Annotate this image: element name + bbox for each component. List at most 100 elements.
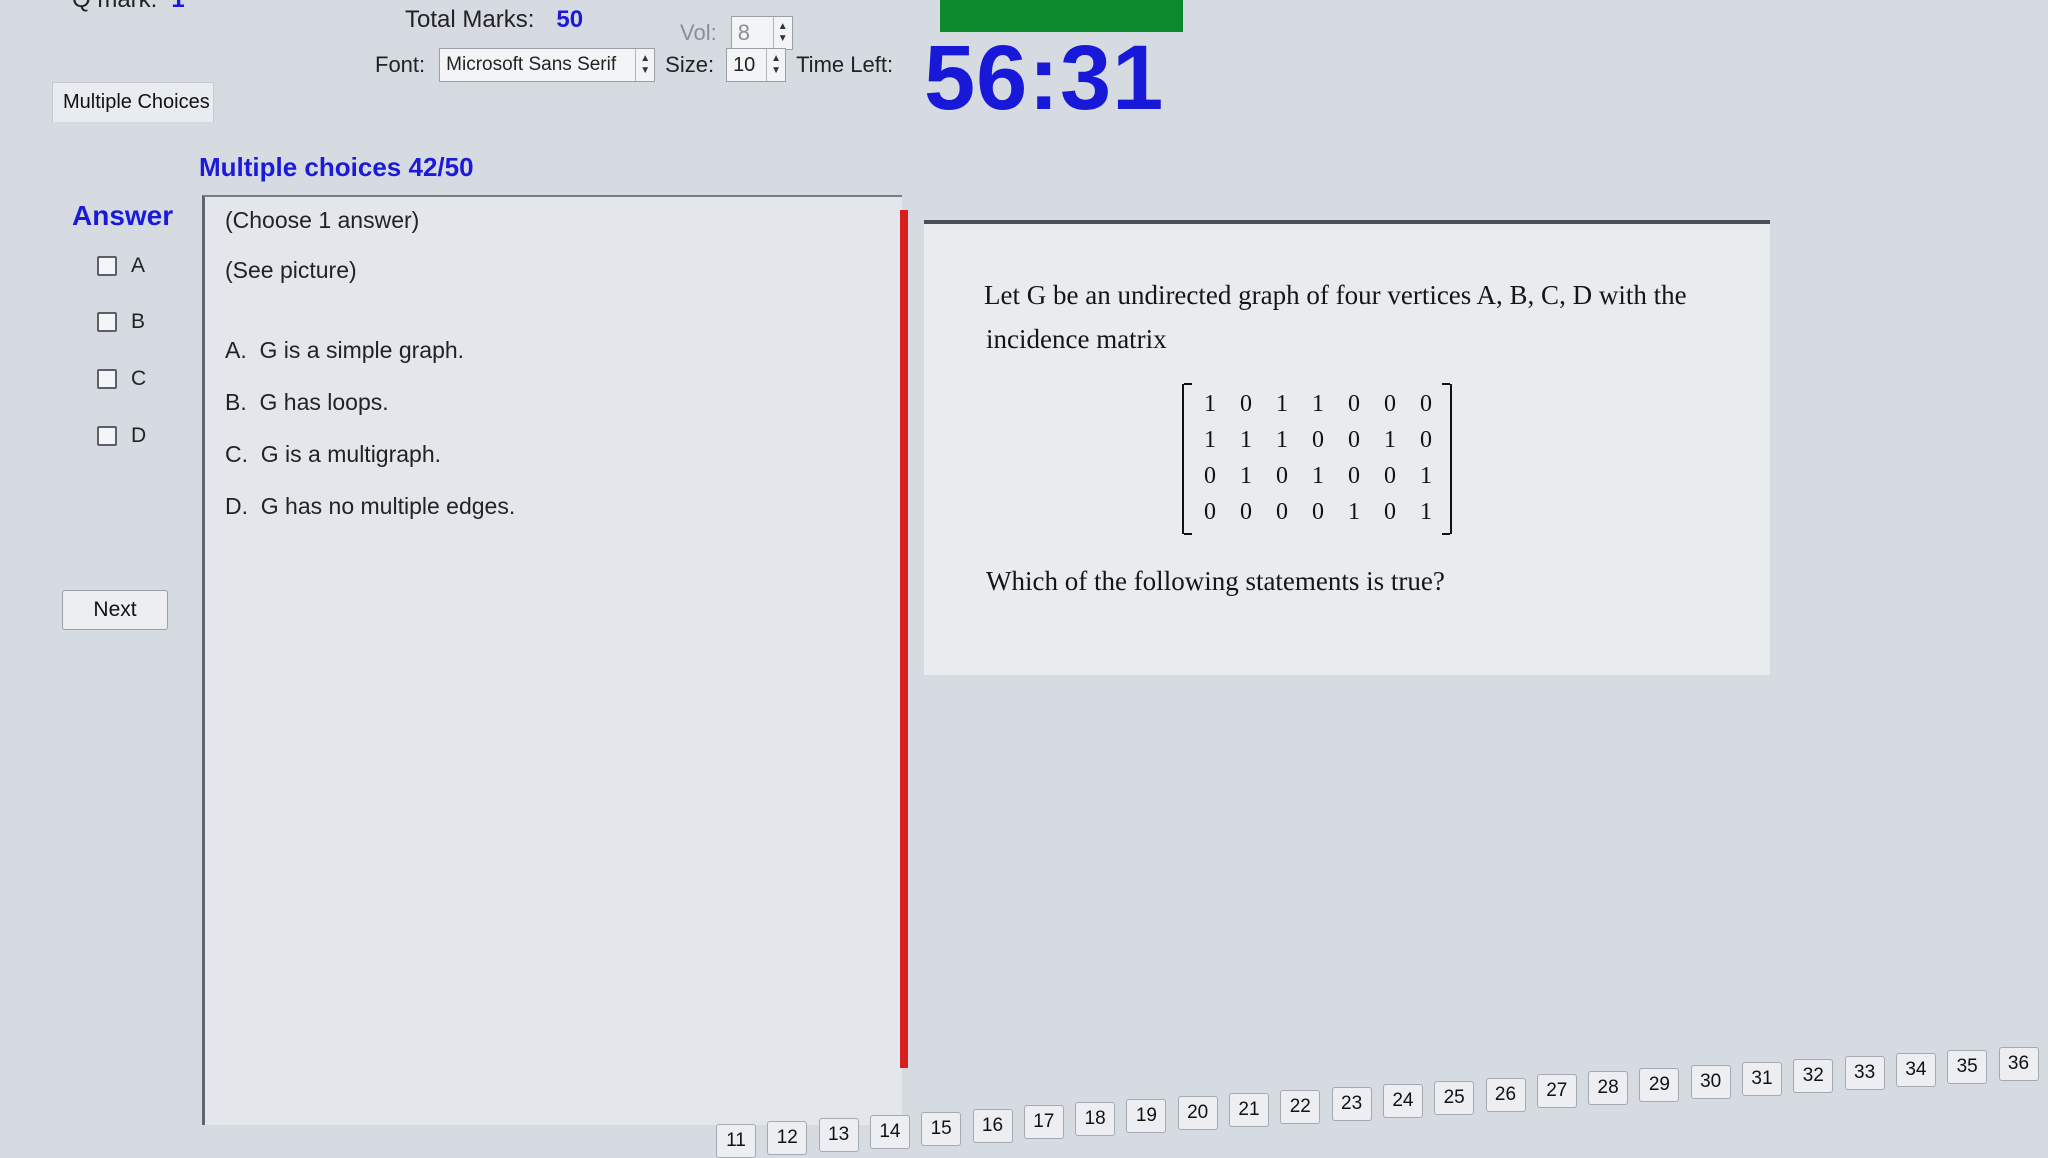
choice-a: A. G is a simple graph.	[225, 337, 464, 364]
answer-label: Answer	[72, 200, 174, 231]
question-nav-button[interactable]: 36	[1998, 1046, 2039, 1081]
question-panel: Let G be an undirected graph of four ver…	[924, 220, 1770, 675]
question-nav-button[interactable]: 12	[767, 1120, 808, 1155]
question-nav-button[interactable]: 18	[1075, 1102, 1116, 1137]
question-nav-button[interactable]: 25	[1434, 1080, 1475, 1115]
question-nav-button[interactable]: 23	[1331, 1086, 1372, 1121]
checkbox-c[interactable]	[97, 369, 117, 389]
question-nav-button[interactable]: 26	[1485, 1077, 1526, 1112]
question-prompt: Which of the following statements is tru…	[986, 566, 1445, 596]
choice-d: D. G has no multiple edges.	[225, 493, 515, 520]
question-nav-button[interactable]: 35	[1947, 1049, 1988, 1084]
choice-text: G is a simple graph.	[259, 337, 465, 363]
question-navigator: 11 12 13 14 15 16 17 18 19 20 21 22 23 24 25 26 27 28 29 30…	[650, 1020, 2048, 1158]
question-nav-button[interactable]: 17	[1023, 1105, 1064, 1140]
see-picture-text: (See picture)	[225, 257, 357, 283]
matrix-cell: 1	[1384, 426, 1396, 453]
stepper-arrows-icon[interactable]: ▲ ▼	[766, 49, 785, 81]
q-mark-label: Q mark:	[72, 0, 157, 13]
countdown-timer: 56:31	[924, 27, 1165, 129]
vol-label: Vol:	[680, 20, 717, 45]
choice-letter: A.	[225, 337, 247, 363]
question-nav-button[interactable]: 19	[1126, 1099, 1167, 1134]
matrix-cell: 1	[1204, 390, 1216, 417]
stepper-arrows-icon[interactable]: ▲ ▼	[772, 17, 792, 49]
answer-option-c[interactable]: C	[97, 367, 146, 391]
choice-text: G has no multiple edges.	[260, 493, 516, 519]
stepper-arrows-icon[interactable]: ▲ ▼	[635, 49, 654, 81]
size-stepper[interactable]: 10 ▲ ▼	[726, 48, 787, 82]
matrix-cell: 0	[1276, 498, 1288, 525]
question-nav-button[interactable]: 28	[1588, 1071, 1629, 1106]
question-nav-button[interactable]: 20	[1177, 1096, 1218, 1131]
matrix-cell: 0	[1348, 462, 1360, 489]
font-select[interactable]: Microsoft Sans Serif ▲ ▼	[439, 48, 656, 82]
matrix-cell: 0	[1276, 462, 1288, 489]
incidence-matrix: 1011000111001001010010000101	[1182, 383, 1452, 535]
question-nav-button[interactable]: 21	[1229, 1093, 1269, 1127]
answer-option-label: D	[131, 424, 147, 447]
matrix-cell: 0	[1240, 498, 1252, 525]
matrix-cell: 1	[1312, 462, 1324, 489]
matrix-cell: 0	[1240, 390, 1252, 417]
choice-text: G has loops.	[259, 389, 389, 415]
matrix-cell: 1	[1420, 498, 1432, 525]
question-nav-button[interactable]: 30	[1690, 1065, 1731, 1100]
question-nav-button[interactable]: 34	[1895, 1052, 1936, 1087]
question-line-2: incidence matrix	[986, 324, 1167, 354]
matrix-cell: 0	[1384, 498, 1396, 525]
vol-stepper[interactable]: 8 ▲ ▼	[730, 16, 793, 50]
matrix-cell: 1	[1240, 426, 1252, 453]
question-nav-button[interactable]: 14	[869, 1114, 910, 1149]
matrix-cell: 1	[1312, 390, 1324, 417]
matrix-cell: 1	[1276, 426, 1288, 453]
choice-letter: D.	[225, 493, 248, 519]
checkbox-d[interactable]	[97, 426, 117, 446]
matrix-cell: 0	[1420, 390, 1432, 417]
question-nav-button[interactable]: 33	[1844, 1055, 1885, 1090]
matrix-row: 1011000	[1192, 386, 1444, 422]
total-marks: Total Marks: 50	[405, 6, 583, 34]
vol-value: 8	[737, 20, 750, 45]
checkbox-a[interactable]	[97, 256, 117, 276]
font-select-value: Microsoft Sans Serif	[446, 54, 617, 75]
matrix-cell: 1	[1240, 462, 1252, 489]
matrix-row: 1110010	[1192, 422, 1444, 458]
checkbox-b[interactable]	[97, 312, 117, 332]
question-nav-button[interactable]: 24	[1382, 1083, 1423, 1118]
matrix-cell: 1	[1276, 390, 1288, 417]
choice-letter: B.	[225, 389, 247, 415]
size-value: 10	[733, 53, 756, 76]
matrix-cell: 0	[1312, 498, 1324, 525]
matrix-cell: 0	[1348, 390, 1360, 417]
time-left-label: Time Left:	[796, 52, 894, 77]
question-nav-button[interactable]: 29	[1639, 1068, 1680, 1103]
question-nav-button[interactable]: 22	[1280, 1089, 1321, 1124]
choice-c: C. G is a multigraph.	[225, 441, 441, 468]
matrix-cell: 0	[1204, 462, 1216, 489]
question-line-1: Let G be an undirected graph of four ver…	[984, 280, 1687, 310]
question-nav-button[interactable]: 27	[1536, 1074, 1577, 1109]
answer-option-label: A	[131, 254, 146, 277]
matrix-cell: 1	[1348, 498, 1360, 525]
matrix-cell: 0	[1384, 462, 1396, 489]
answer-option-b[interactable]: B	[97, 310, 145, 334]
panel-divider[interactable]	[900, 210, 908, 1068]
question-nav-button[interactable]: 11	[716, 1124, 756, 1158]
choice-text: G is a multigraph.	[260, 441, 442, 467]
font-settings: Font: Microsoft Sans Serif ▲ ▼ Size: 10 ▲…	[375, 48, 893, 82]
question-nav-button[interactable]: 16	[972, 1108, 1013, 1143]
question-nav-button[interactable]: 32	[1793, 1058, 1834, 1093]
matrix-cell: 0	[1384, 390, 1396, 417]
answer-option-label: C	[131, 367, 147, 390]
next-button[interactable]: Next	[62, 590, 168, 630]
question-nav-button[interactable]: 15	[921, 1111, 962, 1146]
answer-option-a[interactable]: A	[97, 254, 145, 278]
question-nav-button[interactable]: 13	[818, 1117, 859, 1152]
tab-multiple-choices[interactable]: Multiple Choices	[52, 82, 214, 122]
q-mark-value: 1	[171, 0, 184, 13]
choices-panel: (Choose 1 answer) (See picture) A. G is …	[202, 195, 902, 1125]
answer-option-d[interactable]: D	[97, 424, 146, 448]
question-nav-button[interactable]: 31	[1742, 1062, 1782, 1096]
matrix-row: 0000101	[1192, 494, 1444, 530]
